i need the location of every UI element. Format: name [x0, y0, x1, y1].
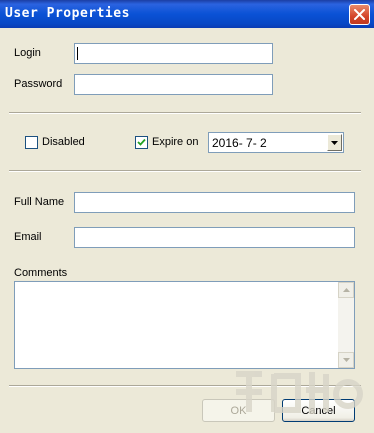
disabled-checkbox[interactable] — [25, 136, 38, 149]
comments-scrollbar[interactable] — [338, 282, 354, 368]
login-input[interactable] — [74, 43, 273, 64]
comments-label: Comments — [14, 267, 68, 279]
scroll-up-icon — [343, 288, 350, 292]
separator — [9, 112, 361, 114]
password-label: Password — [14, 78, 63, 90]
expire-checkbox[interactable] — [135, 136, 148, 149]
disabled-label: Disabled — [42, 136, 85, 148]
fullname-label: Full Name — [14, 196, 65, 208]
scroll-up-button[interactable] — [338, 282, 354, 298]
date-dropdown-button[interactable] — [327, 134, 342, 151]
email-label: Email — [14, 231, 42, 243]
title-bar[interactable]: User Properties — [0, 0, 374, 28]
dropdown-arrow-icon — [331, 141, 338, 145]
expire-date-value: 2016- 7- 2 — [212, 136, 267, 150]
separator — [9, 170, 361, 172]
text-caret — [77, 47, 78, 60]
login-label: Login — [14, 47, 41, 59]
user-properties-dialog: User Properties Login Password Disabled … — [0, 0, 374, 433]
watermark-logo — [236, 371, 363, 414]
fullname-input[interactable] — [74, 192, 355, 213]
window-title: User Properties — [5, 6, 130, 21]
close-icon — [354, 9, 365, 20]
check-icon — [137, 138, 146, 146]
expire-date-picker[interactable]: 2016- 7- 2 — [208, 132, 344, 153]
email-input[interactable] — [74, 227, 355, 248]
expire-label: Expire on — [152, 136, 199, 148]
comments-textarea[interactable] — [14, 281, 355, 369]
close-button[interactable] — [349, 4, 370, 25]
password-input[interactable] — [74, 74, 273, 95]
